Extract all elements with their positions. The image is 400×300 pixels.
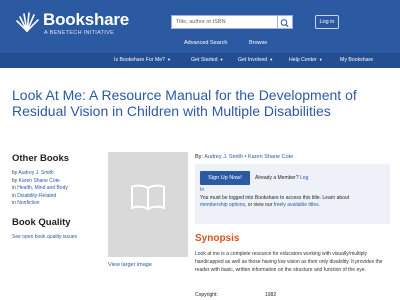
already-member-text: Already a Member? Log [255,175,308,181]
notice-text-2: , or view our [245,202,273,208]
nav-label: Help Center [289,57,317,63]
nav-label: Get Involved [238,57,268,63]
nav-get-involved[interactable]: Get Involved ▼ [238,57,273,63]
chevron-down-icon: ▼ [269,57,274,62]
access-notice: You must be logged into Bookshare to acc… [200,195,350,209]
author-links[interactable]: Audrey J. Smith • Karen Shane Cote [204,154,293,160]
other-books-list: by Audrey J. Smith by Karen Shane Cote i… [12,170,102,208]
list-link: Health, Mind and Body [17,185,68,191]
brand-name: Bookshare [43,10,130,29]
membership-box: Sign Up Now! Already a Member? Log In Yo… [195,164,390,224]
login-button[interactable]: Log in [315,15,339,29]
chevron-down-icon: ▼ [219,57,224,62]
synopsis-heading: Synopsis [195,233,240,244]
synopsis-text: Look at me is a complete resource for ed… [195,251,383,273]
sign-up-button[interactable]: Sign Up Now! [200,171,250,185]
advanced-search-link[interactable]: Advanced Search [184,40,227,46]
nav-help-center[interactable]: Help Center ▼ [289,57,323,63]
nav-get-started[interactable]: Get Started ▼ [191,57,224,63]
list-prefix: by [12,177,19,184]
view-larger-image-link[interactable]: View larger image [108,262,152,268]
copyright-value: 1982 [265,292,277,298]
main-nav: Is Bookshare For Me? ▼ Get Started ▼ Get I… [0,53,400,68]
search-input[interactable]: Title, author or ISBN [171,15,278,29]
log-in-link-continued[interactable]: In [200,187,204,193]
book-cover[interactable] [108,152,188,257]
page-title: Look At Me: A Resource Manual for the De… [12,87,357,119]
nav-is-bookshare-for-me[interactable]: Is Bookshare For Me? ▼ [114,57,171,63]
list-link: Audrey J. Smith [18,170,54,176]
byline: By: Audrey J. Smith • Karen Shane Cote [195,154,293,160]
quality-issues-link[interactable]: See open book quality issues [12,234,77,240]
nav-label: Is Bookshare For Me? [114,57,166,63]
list-item[interactable]: by Karen Shane Cote [12,178,102,186]
copyright-label: Copyright: [195,292,218,298]
list-item[interactable]: in Health, Mind and Body [12,185,102,193]
list-link: Nonfiction [17,200,40,206]
list-item[interactable]: in Disability-Related [12,193,102,201]
notice-text: You must be logged into Bookshare to acc… [200,195,350,201]
by-label: By: [195,154,203,160]
chevron-down-icon: ▼ [318,57,323,62]
logo-rays-icon [16,12,39,32]
membership-options-link[interactable]: membership options [200,202,245,208]
book-icon [131,184,165,211]
list-link: Disability-Related [17,192,57,199]
nav-label: Get Started [191,57,218,63]
list-link: Karen Shane Cote [18,177,60,184]
browse-link[interactable]: Browse [249,40,267,46]
chevron-down-icon: ▼ [167,57,172,62]
nav-my-bookshare[interactable]: My Bookshare [340,57,373,63]
bookshare-logo[interactable]: Bookshare A BENETECH INITIATIVE [14,9,129,41]
already-label: Already a Member? [255,175,299,181]
search-button[interactable] [278,15,293,29]
list-item[interactable]: in Nonfiction [12,200,102,208]
search-icon [280,19,289,28]
list-item[interactable]: by Audrey J. Smith [12,170,102,178]
log-in-link[interactable]: Log [300,175,308,181]
brand-tagline: A BENETECH INITIATIVE [44,30,115,36]
free-titles-link[interactable]: freely available titles. [274,202,320,208]
site-header: Bookshare A BENETECH INITIATIVE Title, a… [0,0,400,68]
other-books-heading: Other Books [12,153,70,164]
book-quality-heading: Book Quality [12,217,71,228]
